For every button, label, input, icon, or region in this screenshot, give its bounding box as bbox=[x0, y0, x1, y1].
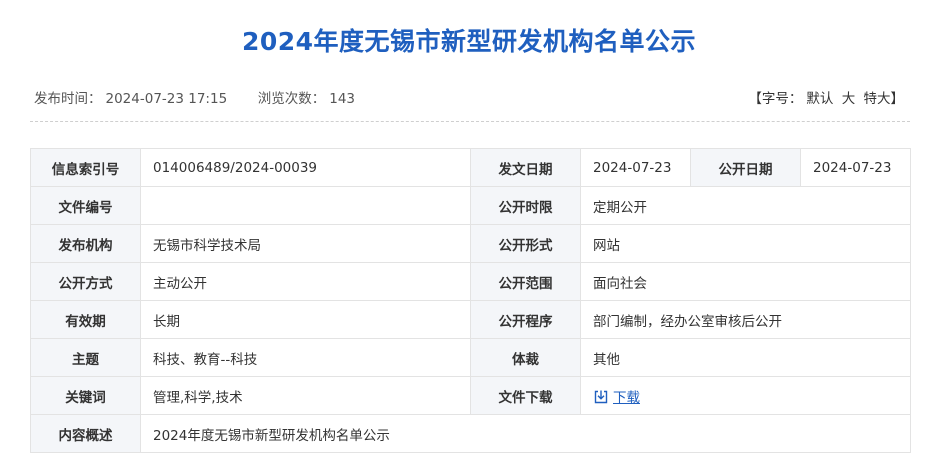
public-date-value: 2024-07-23 bbox=[800, 148, 911, 187]
table-row: 关键词 管理,科学,技术 文件下载 下载 bbox=[30, 376, 911, 415]
issuer-label: 发布机构 bbox=[30, 224, 141, 263]
download-icon[interactable] bbox=[593, 389, 609, 405]
font-size-switcher: 【字号： 默认 大 特大】 bbox=[748, 88, 904, 110]
summary-value: 2024年度无锡市新型研发机构名单公示 bbox=[140, 414, 911, 453]
font-size-close: 】 bbox=[890, 91, 905, 107]
page-title: 2024年度无锡市新型研发机构名单公示 bbox=[241, 27, 697, 56]
validity-label: 有效期 bbox=[30, 300, 141, 339]
table-row: 发布机构 无锡市科学技术局 公开形式 网站 bbox=[30, 224, 911, 263]
scope-value: 面向社会 bbox=[580, 262, 911, 301]
topic-label: 主题 bbox=[30, 338, 141, 377]
views-label: 浏览次数： bbox=[257, 91, 326, 107]
article-meta: 发布时间： 2024-07-23 17:15 浏览次数： 143 【字号： 默认 大 … bbox=[34, 88, 904, 110]
info-table: 信息索引号 014006489/2024-00039 发文日期 2024-07-… bbox=[30, 148, 911, 453]
genre-value: 其他 bbox=[580, 338, 911, 377]
index-no-label: 信息索引号 bbox=[30, 148, 141, 187]
doc-date-label: 发文日期 bbox=[470, 148, 581, 187]
time-limit-value: 定期公开 bbox=[580, 186, 911, 225]
font-size-xlarge-button[interactable]: 特大 bbox=[864, 91, 891, 107]
genre-label: 体裁 bbox=[470, 338, 581, 377]
procedure-label: 公开程序 bbox=[470, 300, 581, 339]
summary-label: 内容概述 bbox=[30, 414, 141, 453]
download-link[interactable]: 下载 bbox=[613, 390, 640, 406]
keywords-value: 管理,科学,技术 bbox=[140, 376, 471, 415]
doc-number-label: 文件编号 bbox=[30, 186, 141, 225]
form-value: 网站 bbox=[580, 224, 911, 263]
scope-label: 公开范围 bbox=[470, 262, 581, 301]
public-date-label: 公开日期 bbox=[690, 148, 801, 187]
doc-number-value bbox=[140, 186, 471, 225]
table-row: 内容概述 2024年度无锡市新型研发机构名单公示 bbox=[30, 414, 911, 453]
download-cell: 下载 bbox=[580, 376, 911, 415]
publish-time-label: 发布时间： bbox=[34, 91, 102, 107]
table-row: 主题 科技、教育--科技 体裁 其他 bbox=[30, 338, 911, 377]
validity-value: 长期 bbox=[140, 300, 471, 339]
doc-date-value: 2024-07-23 bbox=[580, 148, 691, 187]
views-count: 143 bbox=[329, 91, 356, 107]
table-row: 信息索引号 014006489/2024-00039 发文日期 2024-07-… bbox=[30, 148, 911, 187]
keywords-label: 关键词 bbox=[30, 376, 141, 415]
method-label: 公开方式 bbox=[30, 262, 141, 301]
publish-time: 2024-07-23 17:15 bbox=[105, 91, 228, 107]
table-row: 有效期 长期 公开程序 部门编制，经办公室审核后公开 bbox=[30, 300, 911, 339]
font-size-label: 【字号： bbox=[748, 91, 803, 107]
form-label: 公开形式 bbox=[470, 224, 581, 263]
issuer-value: 无锡市科学技术局 bbox=[140, 224, 471, 263]
font-size-default-button[interactable]: 默认 bbox=[806, 91, 833, 107]
divider bbox=[30, 121, 910, 122]
index-no-value: 014006489/2024-00039 bbox=[140, 148, 471, 187]
procedure-value: 部门编制，经办公室审核后公开 bbox=[580, 300, 911, 339]
topic-value: 科技、教育--科技 bbox=[140, 338, 471, 377]
time-limit-label: 公开时限 bbox=[470, 186, 581, 225]
table-row: 文件编号 公开时限 定期公开 bbox=[30, 186, 911, 225]
table-row: 公开方式 主动公开 公开范围 面向社会 bbox=[30, 262, 911, 301]
download-label: 文件下载 bbox=[470, 376, 581, 415]
method-value: 主动公开 bbox=[140, 262, 471, 301]
font-size-large-button[interactable]: 大 bbox=[842, 91, 856, 107]
